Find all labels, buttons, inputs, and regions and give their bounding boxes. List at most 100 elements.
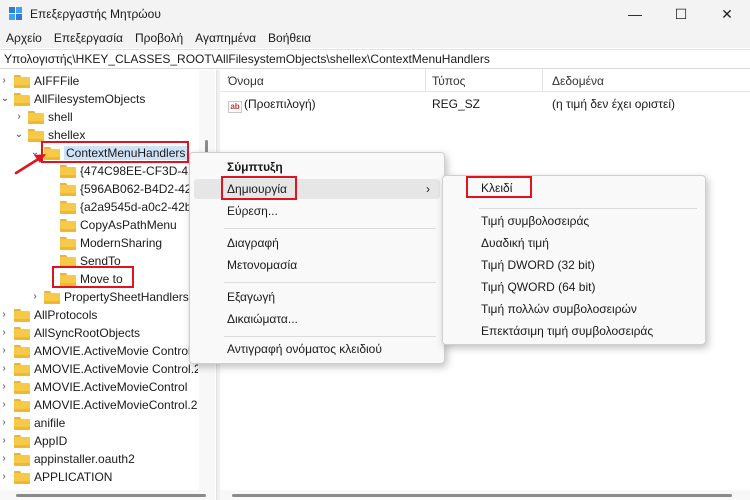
tree-horizontal-scrollbar[interactable] <box>0 490 215 500</box>
tree-item-amovie-activemovie-control-2[interactable]: › AMOVIE.ActiveMovie Control.2 <box>0 360 198 378</box>
submenu-item-expandable-string-value[interactable]: Επεκτάσιμη τιμή συμβολοσειράς <box>447 321 701 341</box>
tree-item-application[interactable]: › APPLICATION <box>0 468 112 486</box>
chevron-right-icon[interactable]: › <box>0 418 9 428</box>
column-header-type[interactable]: Τύπος <box>432 74 465 88</box>
scrollbar-thumb[interactable] <box>16 494 206 497</box>
tree-item-label: APPLICATION <box>34 470 113 484</box>
scrollbar-thumb[interactable] <box>232 494 732 497</box>
tree-item-label: {a2a9545d-a0c2-42b <box>80 200 192 214</box>
tree-item-label: AMOVIE.ActiveMovie Control <box>34 344 191 358</box>
tree-item-modernsharing[interactable]: ModernSharing <box>60 234 162 252</box>
tree-item-label: {596AB062-B4D2-421 <box>80 182 198 196</box>
chevron-right-icon[interactable]: › <box>0 454 9 464</box>
tree-item-allprotocols[interactable]: › AllProtocols <box>0 306 97 324</box>
chevron-right-icon[interactable]: › <box>30 292 40 302</box>
tree-item-propertysheethandlers[interactable]: › PropertySheetHandlers <box>30 288 189 306</box>
menu-view[interactable]: Προβολή <box>129 31 189 45</box>
menu-edit[interactable]: Επεξεργασία <box>48 31 129 45</box>
value-type: REG_SZ <box>432 97 481 111</box>
submenu-item-qword-value[interactable]: Τιμή QWORD (64 bit) <box>447 277 701 297</box>
tree-item-anifile[interactable]: › anifile <box>0 414 65 432</box>
tree-item-label: AllProtocols <box>34 308 98 322</box>
chevron-right-icon[interactable]: › <box>0 76 9 86</box>
folder-icon <box>60 200 76 214</box>
menu-item-find[interactable]: Εύρεση... <box>194 201 440 221</box>
chevron-right-icon[interactable]: › <box>14 112 24 122</box>
tree-item-label: PropertySheetHandlers <box>64 290 189 304</box>
column-header-name[interactable]: Όνομα <box>228 74 264 88</box>
tree-item-amovie-activemovie-control[interactable]: › AMOVIE.ActiveMovie Control <box>0 342 191 360</box>
tree-item-474c98ee[interactable]: {474C98EE-CF3D-41f <box>60 162 198 180</box>
menu-item-delete[interactable]: Διαγραφή <box>194 233 440 253</box>
submenu-item-dword-value[interactable]: Τιμή DWORD (32 bit) <box>447 255 701 275</box>
address-bar[interactable]: Υπολογιστής\HKEY_CLASSES_ROOT\AllFilesys… <box>0 49 750 69</box>
chevron-right-icon[interactable]: › <box>0 310 9 320</box>
menu-item-copy-key-name[interactable]: Αντιγραφή ονόματος κλειδιού <box>194 339 440 359</box>
tree-item-label: AllFilesystemObjects <box>34 92 146 106</box>
window-title: Επεξεργαστής Μητρώου <box>30 7 161 21</box>
tree-item-appinstaller-oauth2[interactable]: › appinstaller.oauth2 <box>0 450 134 468</box>
tree-item-label: AMOVIE.ActiveMovie Control.2 <box>34 362 198 376</box>
folder-icon <box>14 308 30 322</box>
folder-icon <box>14 92 30 106</box>
column-header-data[interactable]: Δεδομένα <box>552 74 604 88</box>
tree-item-appid[interactable]: › AppID <box>0 432 67 450</box>
chevron-right-icon[interactable]: › <box>0 472 9 482</box>
tree-item-allsyncrootobjects[interactable]: › AllSyncRootObjects <box>0 324 140 342</box>
menu-item-rename[interactable]: Μετονομασία <box>194 255 440 275</box>
folder-icon <box>14 416 30 430</box>
folder-icon <box>14 326 30 340</box>
chevron-right-icon[interactable]: › <box>0 364 9 374</box>
close-button[interactable]: ✕ <box>704 0 750 28</box>
minimize-button[interactable]: — <box>612 0 658 28</box>
chevron-right-icon[interactable]: › <box>0 382 9 392</box>
chevron-down-icon[interactable]: ⌄ <box>14 130 24 140</box>
maximize-button[interactable]: ☐ <box>658 0 704 28</box>
tree-item-shell[interactable]: › shell <box>14 108 72 126</box>
highlight-box-move-to <box>52 266 134 288</box>
menu-file[interactable]: Αρχείο <box>0 31 48 45</box>
value-row-default[interactable]: ab (Προεπιλογή) REG_SZ (η τιμή δεν έχει ο… <box>220 95 750 113</box>
column-divider[interactable] <box>425 70 426 92</box>
folder-icon <box>14 452 30 466</box>
tree-item-label: {474C98EE-CF3D-41f <box>80 164 198 178</box>
menu-divider <box>479 208 697 209</box>
chevron-right-icon[interactable]: › <box>0 346 9 356</box>
tree-item-label: CopyAsPathMenu <box>80 218 177 232</box>
submenu-item-binary-value[interactable]: Δυαδική τιμή <box>447 233 701 253</box>
tree-item-allfilesystemobjects[interactable]: ⌄ AllFilesystemObjects <box>0 90 146 108</box>
tree-item-amovie-activemoviecontrol-2[interactable]: › AMOVIE.ActiveMovieControl.2 <box>0 396 197 414</box>
tree-item-label: anifile <box>34 416 66 430</box>
menu-help[interactable]: Βοήθεια <box>262 31 317 45</box>
tree-item-596ab062[interactable]: {596AB062-B4D2-421 <box>60 180 198 198</box>
menu-item-collapse[interactable]: Σύμπτυξη <box>194 157 440 177</box>
chevron-right-icon[interactable]: › <box>0 400 9 410</box>
folder-icon <box>28 128 44 142</box>
tree-item-copyaspathmenu[interactable]: CopyAsPathMenu <box>60 216 177 234</box>
folder-icon <box>14 434 30 448</box>
submenu-item-string-value[interactable]: Τιμή συμβολοσειράς <box>447 211 701 231</box>
highlight-box-key <box>466 176 532 198</box>
tree-item-amovie-activemoviecontrol[interactable]: › AMOVIE.ActiveMovieControl <box>0 378 187 396</box>
chevron-right-icon[interactable]: › <box>0 328 9 338</box>
menu-favorites[interactable]: Αγαπημένα <box>189 31 262 45</box>
new-submenu: Κλειδί Τιμή συμβολοσειράς Δυαδική τιμή Τ… <box>442 175 706 345</box>
folder-icon <box>60 182 76 196</box>
red-arrow-icon <box>14 154 46 175</box>
menu-item-export[interactable]: Εξαγωγή <box>194 287 440 307</box>
tree-item-aifffile[interactable]: › AIFFFile <box>0 72 79 90</box>
tree-item-label: AllSyncRootObjects <box>34 326 141 340</box>
tree-item-a2a9545d[interactable]: {a2a9545d-a0c2-42b <box>60 198 191 216</box>
chevron-down-icon[interactable]: ⌄ <box>0 94 10 104</box>
tree-item-label: shellex <box>48 128 86 142</box>
folder-icon <box>60 236 76 250</box>
submenu-item-multi-string-value[interactable]: Τιμή πολλών συμβολοσειρών <box>447 299 701 319</box>
chevron-right-icon[interactable]: › <box>0 436 9 446</box>
title-bar: Επεξεργαστής Μητρώου — ☐ ✕ <box>0 0 750 28</box>
list-horizontal-scrollbar[interactable] <box>220 490 750 500</box>
tree-item-label: AIFFFile <box>34 74 80 88</box>
menu-item-permissions[interactable]: Δικαιώματα... <box>194 309 440 329</box>
menu-divider <box>224 336 436 337</box>
menu-divider <box>224 228 436 229</box>
column-divider[interactable] <box>542 70 543 92</box>
